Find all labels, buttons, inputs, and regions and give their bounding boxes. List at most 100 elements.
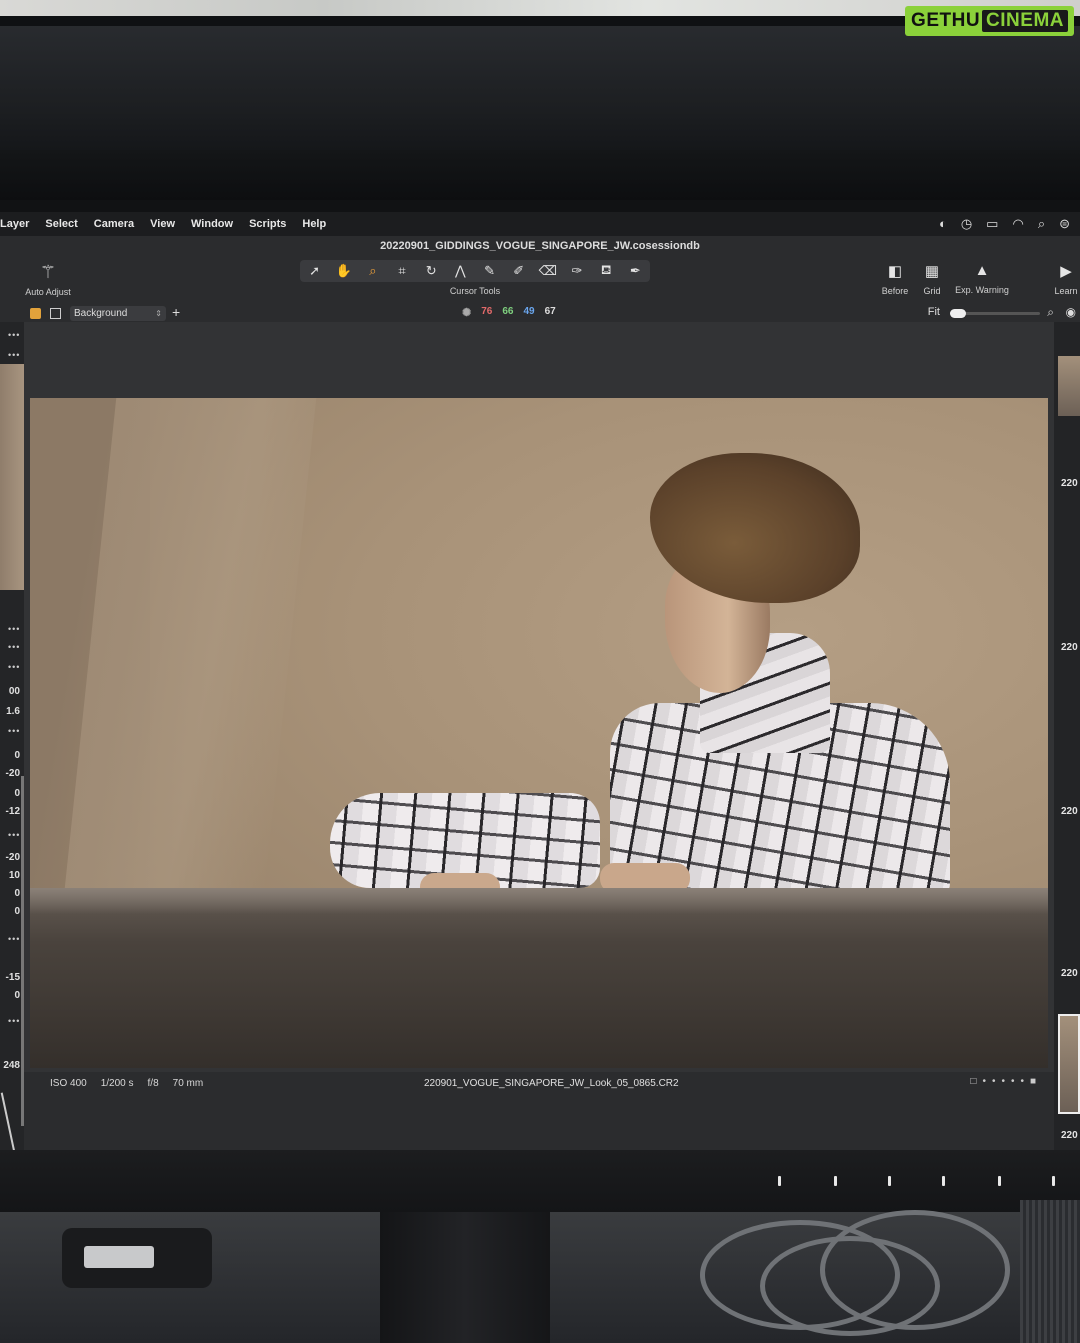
zoom-slider-knob[interactable] (950, 309, 966, 318)
eye-icon[interactable]: ◉ (1066, 305, 1076, 319)
before-label: Before (881, 286, 909, 296)
adjustment-value[interactable]: -20 (0, 768, 20, 779)
annotate-icon[interactable]: ✒ (622, 263, 648, 279)
learn-button[interactable]: ▶ Learn (1052, 262, 1080, 296)
multi-view-button[interactable] (30, 308, 41, 319)
exp-warning-button[interactable]: ▲ Exp. Warning (952, 262, 1012, 295)
adjustment-value[interactable]: 1.6 (0, 706, 20, 717)
document-title: 20220901_GIDDINGS_VOGUE_SINGAPORE_JW.cos… (380, 240, 700, 252)
layer-select[interactable]: Background ⇕ (70, 306, 166, 321)
eraser-icon[interactable]: ⌫ (535, 263, 561, 279)
watermark-text-1: GETHU (911, 10, 981, 31)
adjustment-value[interactable]: -12 (0, 806, 20, 817)
chevron-updown-icon: ⇕ (155, 309, 162, 318)
adjustment-value[interactable]: -15 (0, 972, 20, 983)
more-icon[interactable]: ••• (8, 726, 20, 736)
crop-icon[interactable]: ⌗ (389, 263, 415, 279)
image-viewer[interactable] (24, 322, 1054, 1072)
wifi-icon[interactable]: ◠ (1012, 216, 1023, 232)
adjustment-value[interactable]: 248 (0, 1060, 20, 1071)
exif-iso: ISO 400 (50, 1078, 87, 1089)
window-titlebar: 20220901_GIDDINGS_VOGUE_SINGAPORE_JW.cos… (0, 236, 1080, 256)
adjustment-value[interactable]: 10 (0, 870, 20, 881)
pan-icon[interactable]: ✋ (331, 263, 357, 279)
menu-bar: Layer Select Camera View Window Scripts … (0, 212, 1080, 236)
more-icon[interactable]: ••• (8, 350, 20, 360)
readout-red: 76 (481, 306, 493, 317)
creative-cloud-icon[interactable]: ◐ (939, 216, 947, 232)
readout-lightness: 67 (544, 306, 556, 317)
clock-icon[interactable]: ◷ (961, 216, 972, 232)
auto-adjust-button[interactable]: ⚚ Auto Adjust (18, 262, 78, 297)
menu-layer[interactable]: Layer (0, 218, 29, 230)
viewer-navigation-dots[interactable]: □•••••■ (970, 1076, 1042, 1087)
adjustment-value[interactable]: 0 (0, 990, 20, 1001)
more-icon[interactable]: ••• (8, 830, 20, 840)
zoom-in-icon[interactable]: ⌕ (1047, 305, 1054, 320)
more-icon[interactable]: ••• (8, 624, 20, 634)
status-icons: ◐ ◷ ▭ ◠ ⌕ ⊜ (939, 216, 1070, 232)
view-tools: ◧ Before ▦ Grid ▲ Exp. Warning ▶ Learn (880, 256, 1080, 306)
single-view-button[interactable] (50, 308, 61, 319)
monitor-button[interactable] (998, 1176, 1001, 1186)
before-button[interactable]: ◧ Before (880, 262, 910, 296)
monitor-screen: Layer Select Camera View Window Scripts … (0, 212, 1080, 1162)
browser-thumbnail[interactable] (1058, 356, 1080, 416)
photo-scene: GETHU CINEMA Layer Select Camera View Wi… (0, 0, 1080, 1343)
menu-window[interactable]: Window (191, 218, 233, 230)
zoom-slider[interactable] (950, 309, 1040, 318)
picker-icon[interactable]: ✎ (477, 263, 503, 279)
monitor-button[interactable] (942, 1176, 945, 1186)
adjustment-value[interactable]: 0 (0, 750, 20, 761)
adjustment-value[interactable]: -20 (0, 852, 20, 863)
grid-button[interactable]: ▦ Grid (920, 262, 944, 296)
search-icon[interactable]: ⌕ (1038, 216, 1045, 232)
menu-select[interactable]: Select (45, 218, 77, 230)
zoom-icon[interactable]: ⌕ (360, 263, 386, 279)
more-icon[interactable]: ••• (8, 662, 20, 672)
rotate-icon[interactable]: ↻ (418, 263, 444, 279)
readout-green: 66 (502, 306, 514, 317)
play-icon: ▶ (1060, 263, 1072, 280)
monitor-button[interactable] (834, 1176, 837, 1186)
menu-scripts[interactable]: Scripts (249, 218, 286, 230)
preview-image[interactable] (30, 398, 1048, 1068)
monitor-button[interactable] (888, 1176, 891, 1186)
gradient-icon[interactable]: ✑ (564, 263, 590, 279)
fill-icon[interactable]: ⛾ (593, 262, 619, 280)
viewer-info-bar: ISO 400 1/200 s f/8 70 mm 220901_VOGUE_S… (24, 1072, 1054, 1098)
adjustment-value[interactable]: 0 (0, 906, 20, 917)
adjustment-value[interactable]: 00 (0, 686, 20, 697)
monitor-button[interactable] (1052, 1176, 1055, 1186)
battery-icon[interactable]: ▭ (986, 216, 998, 232)
menu-help[interactable]: Help (302, 218, 326, 230)
monitor-button[interactable] (778, 1176, 781, 1186)
add-layer-icon[interactable]: + (172, 304, 180, 320)
adjustment-value[interactable]: 0 (0, 888, 20, 899)
browser-thumbnail-selected[interactable] (1058, 1014, 1080, 1114)
menu-camera[interactable]: Camera (94, 218, 134, 230)
exif-shutter: 1/200 s (100, 1078, 134, 1089)
viewer-subbar: Background ⇕ + ✺ 76 66 49 67 Fit ⌕ ◉ (0, 304, 1080, 322)
keystone-icon[interactable]: ⋀ (447, 263, 473, 279)
more-icon[interactable]: ••• (8, 330, 20, 340)
thumbnail-label: 220 (1061, 642, 1078, 653)
thumbnail-label: 220 (1061, 478, 1078, 489)
fit-button[interactable]: Fit (928, 306, 940, 318)
watermark-text-2: CINEMA (982, 10, 1068, 32)
more-icon[interactable]: ••• (8, 1016, 20, 1026)
more-icon[interactable]: ••• (8, 642, 20, 652)
navigator-thumbnail[interactable] (0, 364, 24, 590)
menu-view[interactable]: View (150, 218, 175, 230)
warning-icon: ▲ (974, 262, 990, 279)
control-center-icon[interactable]: ⊜ (1059, 216, 1070, 232)
select-icon[interactable]: ➚ (302, 263, 328, 279)
exp-warning-label: Exp. Warning (955, 285, 1009, 295)
more-icon[interactable]: ••• (8, 934, 20, 944)
readout-blue: 49 (523, 306, 535, 317)
brush-icon[interactable]: ✐ (506, 263, 532, 279)
monitor-stand (380, 1212, 550, 1343)
cable-loop (820, 1210, 1010, 1330)
grid-label: Grid (923, 286, 941, 296)
adjustment-value[interactable]: 0 (0, 788, 20, 799)
